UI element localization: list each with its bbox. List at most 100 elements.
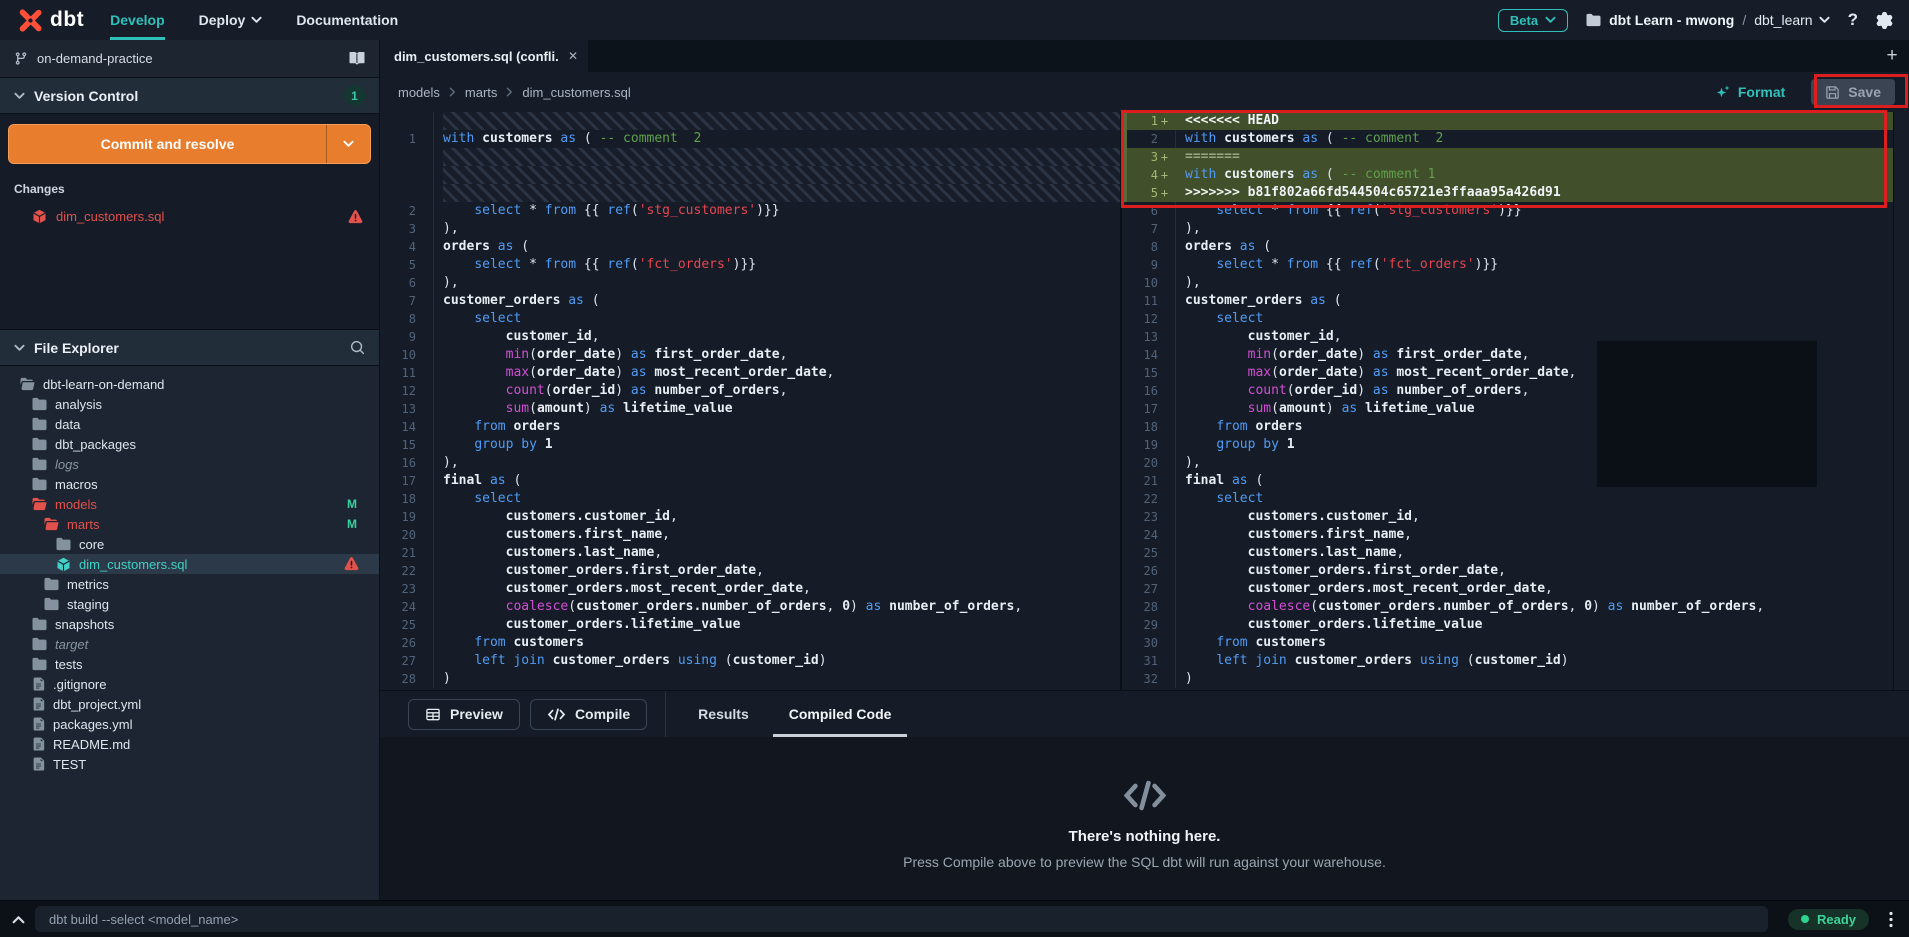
code-line[interactable]: 28)	[380, 670, 1120, 688]
code-line[interactable]: 1+<<<<<<< HEAD	[1122, 112, 1893, 130]
code-line[interactable]: 10),	[1122, 274, 1893, 292]
help-button[interactable]: ?	[1848, 10, 1858, 30]
code-line[interactable]: 29 customer_orders.lifetime_value	[1122, 616, 1893, 634]
code-line[interactable]: 24 customers.first_name,	[1122, 526, 1893, 544]
search-icon[interactable]	[350, 340, 365, 355]
tree-item-logs[interactable]: logs	[0, 454, 379, 474]
code-line[interactable]: 23 customers.customer_id,	[1122, 508, 1893, 526]
docs-book-icon[interactable]	[349, 51, 365, 66]
code-line[interactable]: 32)	[1122, 670, 1893, 688]
code-line[interactable]: 25 customers.last_name,	[1122, 544, 1893, 562]
code-line[interactable]: 19 customers.customer_id,	[380, 508, 1120, 526]
commit-options-caret[interactable]	[326, 125, 370, 163]
code-line[interactable]: 21 customers.last_name,	[380, 544, 1120, 562]
code-line[interactable]: 28 coalesce(customer_orders.number_of_or…	[1122, 598, 1893, 616]
tree-item-dbt-packages[interactable]: dbt_packages	[0, 434, 379, 454]
settings-gear-icon[interactable]	[1876, 12, 1893, 29]
save-button[interactable]: Save	[1811, 79, 1895, 105]
code-line[interactable]: 12 select	[1122, 310, 1893, 328]
diff-pane-left[interactable]: 1with customers as ( -- comment 2 2 selec…	[380, 112, 1120, 690]
code-line[interactable]: 4orders as (	[380, 238, 1120, 256]
tab-dim-customers[interactable]: dim_customers.sql (confli... ✕	[380, 40, 588, 72]
code-line[interactable]: 13 sum(amount) as lifetime_value	[380, 400, 1120, 418]
tree-item-dim-customers-sql[interactable]: dim_customers.sql	[0, 554, 379, 574]
diff-pane-right[interactable]: 1+<<<<<<< HEAD2with customers as ( -- co…	[1120, 112, 1893, 690]
file-explorer-header[interactable]: File Explorer	[0, 330, 379, 366]
breadcrumb-file[interactable]: dim_customers.sql	[522, 85, 630, 100]
nav-deploy[interactable]: Deploy	[199, 0, 263, 40]
code-line[interactable]: 11 max(order_date) as most_recent_order_…	[380, 364, 1120, 382]
tree-item-tests[interactable]: tests	[0, 654, 379, 674]
format-button[interactable]: Format	[1715, 84, 1785, 100]
code-line[interactable]: 22 select	[1122, 490, 1893, 508]
code-line[interactable]: 14 from orders	[380, 418, 1120, 436]
editor-scrollbar[interactable]	[1893, 112, 1909, 690]
code-line[interactable]: 4+with customers as ( -- comment 1	[1122, 166, 1893, 184]
code-line[interactable]: 3),	[380, 220, 1120, 238]
code-line[interactable]: 2with customers as ( -- comment 2	[1122, 130, 1893, 148]
tab-close-icon[interactable]: ✕	[568, 49, 578, 63]
command-input[interactable]	[35, 906, 1768, 932]
tree-item-data[interactable]: data	[0, 414, 379, 434]
code-line[interactable]: 26 from customers	[380, 634, 1120, 652]
breadcrumb-marts[interactable]: marts	[465, 85, 498, 100]
preview-button[interactable]: Preview	[408, 699, 520, 730]
code-line[interactable]: 25 customer_orders.lifetime_value	[380, 616, 1120, 634]
code-line[interactable]: 3+=======	[1122, 148, 1893, 166]
tree-item-core[interactable]: core	[0, 534, 379, 554]
code-line[interactable]: 23 customer_orders.most_recent_order_dat…	[380, 580, 1120, 598]
code-line[interactable]: 8 select	[380, 310, 1120, 328]
code-hatch-row[interactable]	[380, 112, 1120, 130]
code-line[interactable]: 24 coalesce(customer_orders.number_of_or…	[380, 598, 1120, 616]
dbt-logo[interactable]: dbt	[0, 0, 110, 40]
code-line[interactable]: 31 left join customer_orders using (cust…	[1122, 652, 1893, 670]
code-line[interactable]: 5 select * from {{ ref('fct_orders')}}	[380, 256, 1120, 274]
tree-item-metrics[interactable]: metrics	[0, 574, 379, 594]
tree-item-marts[interactable]: martsM	[0, 514, 379, 534]
code-line[interactable]: 22 customer_orders.first_order_date,	[380, 562, 1120, 580]
code-line[interactable]: 8orders as (	[1122, 238, 1893, 256]
tree-item-snapshots[interactable]: snapshots	[0, 614, 379, 634]
code-line[interactable]: 7),	[1122, 220, 1893, 238]
code-line[interactable]: 6 select * from {{ ref('stg_customers')}…	[1122, 202, 1893, 220]
tree-item-dbt-project-yml[interactable]: dbt_project.yml	[0, 694, 379, 714]
kebab-menu-icon[interactable]	[1885, 911, 1897, 928]
beta-dropdown[interactable]: Beta	[1498, 9, 1568, 32]
tree-item-staging[interactable]: staging	[0, 594, 379, 614]
branch-selector[interactable]: on-demand-practice	[0, 40, 379, 78]
code-line[interactable]: 6),	[380, 274, 1120, 292]
project-selector[interactable]: dbt Learn - mwong / dbt_learn	[1586, 12, 1830, 28]
nav-develop[interactable]: Develop	[110, 0, 164, 40]
code-hatch-row[interactable]	[380, 184, 1120, 202]
tree-item-target[interactable]: target	[0, 634, 379, 654]
code-line[interactable]: 20 customers.first_name,	[380, 526, 1120, 544]
tree-item-packages-yml[interactable]: packages.yml	[0, 714, 379, 734]
code-line[interactable]: 27 left join customer_orders using (cust…	[380, 652, 1120, 670]
code-line[interactable]: 18 select	[380, 490, 1120, 508]
code-line[interactable]: 27 customer_orders.most_recent_order_dat…	[1122, 580, 1893, 598]
breadcrumb-models[interactable]: models	[398, 85, 440, 100]
code-line[interactable]: 12 count(order_id) as number_of_orders,	[380, 382, 1120, 400]
code-line[interactable]: 9 customer_id,	[380, 328, 1120, 346]
tree-item--gitignore[interactable]: .gitignore	[0, 674, 379, 694]
compile-button[interactable]: Compile	[530, 699, 647, 730]
version-control-header[interactable]: Version Control 1	[0, 78, 379, 114]
new-tab-button[interactable]: +	[1875, 40, 1909, 72]
tree-item-macros[interactable]: macros	[0, 474, 379, 494]
code-line[interactable]: 9 select * from {{ ref('fct_orders')}}	[1122, 256, 1893, 274]
code-line[interactable]: 7customer_orders as (	[380, 292, 1120, 310]
tree-item-test[interactable]: TEST	[0, 754, 379, 774]
code-line[interactable]: 16),	[380, 454, 1120, 472]
nav-documentation[interactable]: Documentation	[296, 0, 398, 40]
changed-file-row[interactable]: dim_customers.sql	[8, 206, 371, 227]
code-line[interactable]: 17final as (	[380, 472, 1120, 490]
code-line[interactable]: 26 customer_orders.first_order_date,	[1122, 562, 1893, 580]
code-hatch-row[interactable]	[380, 148, 1120, 166]
code-line[interactable]: 15 group by 1	[380, 436, 1120, 454]
code-line[interactable]: 1with customers as ( -- comment 2	[380, 130, 1120, 148]
commit-and-resolve-button[interactable]: Commit and resolve	[8, 124, 371, 164]
code-line[interactable]: 11customer_orders as (	[1122, 292, 1893, 310]
tab-compiled-code[interactable]: Compiled Code	[773, 691, 908, 737]
code-line[interactable]: 2 select * from {{ ref('stg_customers')}…	[380, 202, 1120, 220]
chevron-up-icon[interactable]	[12, 915, 25, 924]
